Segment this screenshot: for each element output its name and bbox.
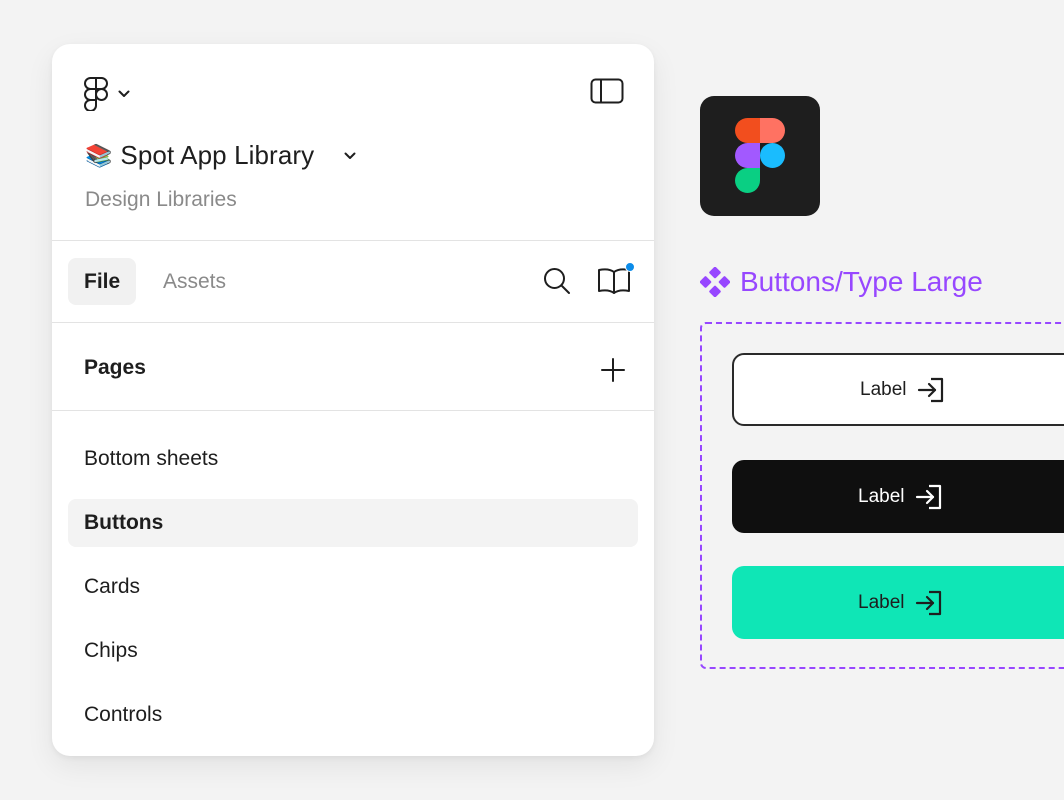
plus-icon [601, 358, 625, 382]
project-name: Design Libraries [85, 188, 237, 211]
notification-dot [625, 262, 635, 272]
button-variant-outline[interactable]: Label [732, 353, 1064, 426]
figma-logo-icon [84, 77, 108, 111]
component-set-frame[interactable]: Label Label Label [700, 322, 1064, 669]
search-button[interactable] [542, 266, 572, 296]
chevron-down-icon [344, 152, 356, 159]
file-name: Spot App Library [120, 140, 315, 170]
tab-assets[interactable]: Assets [147, 258, 242, 305]
button-label: Label [858, 485, 905, 507]
page-item-controls[interactable]: Controls [68, 691, 638, 739]
arrow-right-to-bracket-icon [915, 590, 941, 615]
layers-panel: 📚 Spot App Library Design Libraries File… [52, 44, 654, 756]
page-item-chips[interactable]: Chips [68, 627, 638, 675]
panel-header: 📚 Spot App Library Design Libraries [52, 44, 654, 241]
figma-app-icon [700, 96, 820, 216]
pages-title: Pages [84, 356, 146, 379]
search-icon [544, 268, 570, 294]
panel-tabs: File Assets [52, 241, 654, 323]
page-item-bottom-sheets[interactable]: Bottom sheets [68, 435, 638, 483]
stage: 📚 Spot App Library Design Libraries File… [0, 0, 1064, 800]
library-button[interactable] [597, 262, 635, 296]
page-list: Bottom sheets Buttons Cards Chips Contro… [52, 411, 654, 739]
chevron-down-icon [118, 90, 130, 97]
books-emoji-icon: 📚 [85, 142, 113, 168]
sidebar-toggle-button[interactable] [590, 78, 624, 104]
component-set-label[interactable]: Buttons/Type Large [700, 266, 983, 298]
component-set-name: Buttons/Type Large [740, 266, 983, 297]
file-title-button[interactable]: 📚 Spot App Library [85, 140, 356, 171]
tab-file[interactable]: File [68, 258, 137, 305]
main-menu-button[interactable] [84, 77, 130, 111]
button-label: Label [860, 378, 907, 400]
pages-header: Pages [52, 323, 654, 411]
arrow-right-to-bracket-icon [917, 377, 943, 402]
sidebar-toggle-icon [590, 78, 624, 104]
button-label: Label [858, 591, 905, 613]
component-icon [700, 267, 730, 297]
add-page-button[interactable] [600, 357, 626, 383]
page-item-cards[interactable]: Cards [68, 563, 638, 611]
button-variant-dark[interactable]: Label [732, 460, 1064, 533]
figma-logo-icon [735, 118, 785, 193]
arrow-right-to-bracket-icon [915, 484, 941, 509]
file-chevron [344, 152, 356, 160]
button-variant-accent[interactable]: Label [732, 566, 1064, 639]
page-item-buttons[interactable]: Buttons [68, 499, 638, 547]
